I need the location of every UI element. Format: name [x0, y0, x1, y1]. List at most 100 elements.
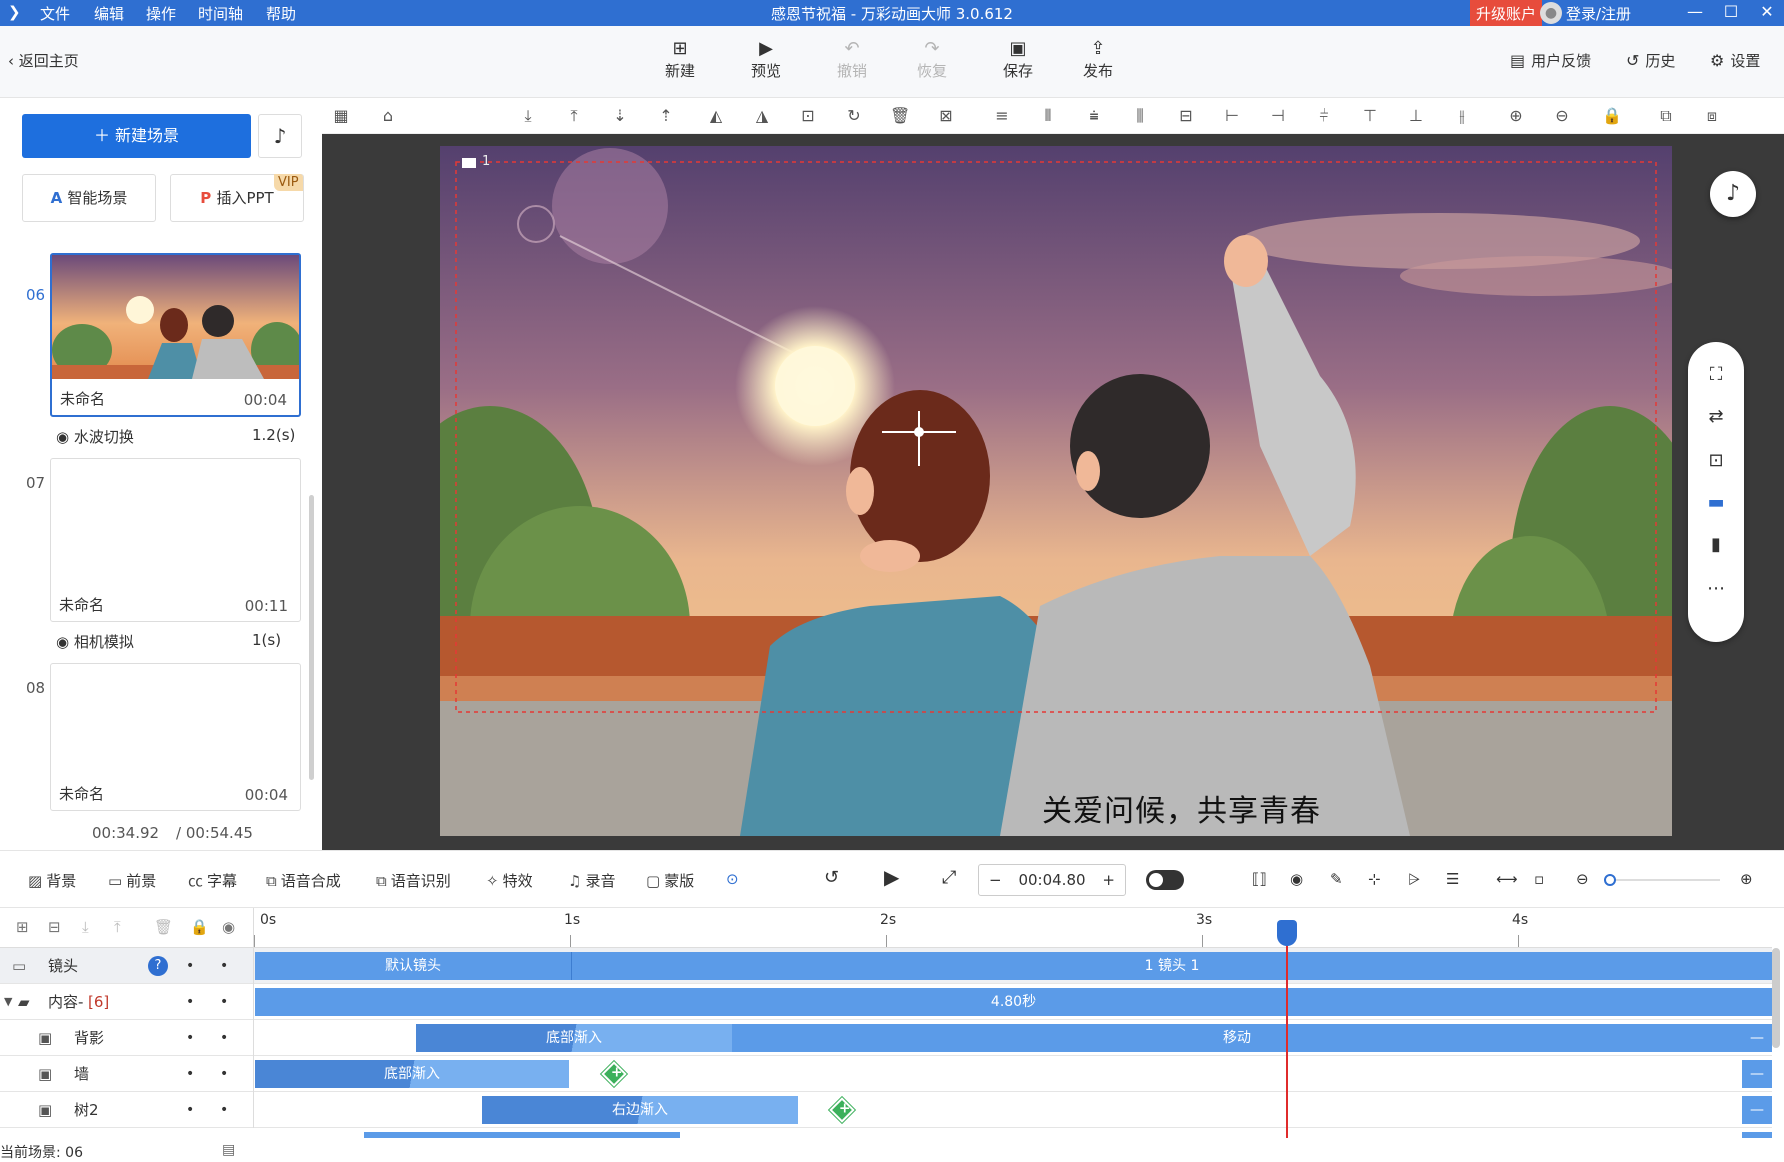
align-top-icon[interactable]: ⤒ — [564, 106, 584, 126]
camera-segment[interactable]: 1 镜头 1 — [571, 952, 1772, 980]
tree-track[interactable]: ▣ 树2 • • 右边渐入 — — [0, 1092, 1772, 1128]
music-note-icon[interactable]: ♪ — [1710, 171, 1756, 217]
visibility-dot[interactable]: • — [186, 1020, 194, 1056]
eye-icon[interactable]: ◉ — [222, 918, 235, 936]
unlock-icon[interactable]: ⊡ — [798, 106, 818, 125]
lock-icon[interactable]: 🔒 — [190, 918, 209, 936]
trash-icon[interactable]: 🗑 — [154, 918, 173, 936]
play-icon[interactable]: ▶ — [884, 865, 899, 889]
history-button[interactable]: ↺ 历史 — [1626, 50, 1675, 71]
asr-button[interactable]: ⧉ 语音识别 — [376, 870, 451, 891]
close-icon[interactable]: ✕ — [1752, 0, 1782, 26]
align-middle-icon[interactable]: ⫴ — [1038, 106, 1058, 126]
copy-icon[interactable]: ⧉ — [1656, 106, 1676, 126]
distribute-h-icon[interactable]: ⊟ — [1176, 106, 1196, 125]
up-icon[interactable]: ⤒ — [114, 918, 121, 936]
upgrade-button[interactable]: 升级账户 — [1470, 0, 1543, 26]
smart-scene-button[interactable]: A 智能场景 — [22, 174, 156, 222]
replay-icon[interactable]: ↺ — [824, 867, 839, 888]
feedback-button[interactable]: ▤ 用户反馈 — [1510, 50, 1591, 71]
camera-track[interactable]: ▭ 镜头 ? • • 默认镜头 1 镜头 1 — [0, 948, 1772, 984]
scene-canvas[interactable]: 1 关爱问候，共享青春 — [440, 146, 1672, 836]
back-home-link[interactable]: ‹ 返回主页 — [8, 50, 79, 71]
partial-segment[interactable] — [364, 1132, 680, 1138]
lock-dot[interactable]: • — [220, 1056, 228, 1092]
flip-icon[interactable]: ⇄ — [1706, 406, 1726, 427]
minus-icon[interactable]: − — [989, 865, 1002, 895]
fullscreen-icon[interactable]: ⤢ — [942, 867, 956, 888]
filter-icon[interactable]: ⩥ — [1408, 870, 1420, 888]
zoom-out-icon[interactable]: ⊖ — [1576, 870, 1589, 888]
settings-button[interactable]: ⚙ 设置 — [1710, 50, 1760, 71]
align-center-h-icon[interactable]: ≡ — [992, 106, 1012, 125]
center-icon[interactable]: ⫩ — [1314, 106, 1334, 126]
screen-icon[interactable]: ▬ — [1706, 492, 1726, 513]
visibility-dot[interactable]: • — [186, 1056, 194, 1092]
down-icon[interactable]: ⤓ — [82, 918, 89, 936]
content-segment[interactable]: 4.80秒 — [255, 988, 1772, 1016]
bottom-align-icon[interactable]: ⊥ — [1406, 106, 1426, 125]
playhead-line[interactable] — [1286, 922, 1288, 1138]
focus-icon[interactable]: ⛶ — [1706, 364, 1726, 385]
new-scene-button[interactable]: ＋ 新建场景 — [22, 114, 251, 158]
preview-button[interactable]: ▶ 预览 — [738, 38, 794, 81]
align-left-icon[interactable]: ⊢ — [1222, 106, 1242, 125]
brush-icon[interactable]: ▦ — [331, 106, 351, 125]
maximize-icon[interactable]: ☐ — [1716, 0, 1746, 26]
scene-card-06[interactable]: 未命名 00:04 — [50, 253, 301, 417]
undo-button[interactable]: ↶ 撤销 — [824, 38, 880, 81]
animation-segment[interactable]: 底部渐入 — [255, 1060, 569, 1088]
exit-segment[interactable]: — — [1742, 1060, 1772, 1088]
distribute-icon[interactable]: ⫼ — [1130, 106, 1150, 126]
unlock-icon[interactable]: ⊡ — [1706, 450, 1726, 471]
scene-card-08[interactable]: 未命名 00:04 — [50, 663, 301, 811]
flip-h-icon[interactable]: ◭ — [706, 106, 726, 125]
content-group-track[interactable]: ▼ ▰ 内容- [6] • • 4.80秒 — [0, 984, 1772, 1020]
save-button[interactable]: ▣ 保存 — [990, 38, 1046, 81]
move-up-icon[interactable]: ⇡ — [656, 106, 676, 125]
top-align-icon[interactable]: ⊤ — [1360, 106, 1380, 125]
lock-dot[interactable]: • — [220, 1020, 228, 1056]
scene-info-icon[interactable]: ▤ — [222, 1142, 235, 1158]
help-icon[interactable]: ? — [148, 956, 168, 976]
one-to-one-icon[interactable]: ▫ — [1534, 870, 1544, 888]
visibility-dot[interactable]: • — [186, 984, 194, 1020]
add-keyframe-icon[interactable] — [601, 1061, 627, 1087]
split-icon[interactable]: ⊹ — [1368, 870, 1381, 888]
zoom-slider-knob[interactable] — [1604, 874, 1616, 886]
home-icon[interactable]: ⌂ — [378, 106, 398, 125]
timeline-scrollbar[interactable] — [1772, 948, 1780, 1048]
partial-segment[interactable] — [1742, 1132, 1772, 1138]
publish-button[interactable]: ⇪ 发布 — [1070, 38, 1126, 81]
folder-add-icon[interactable]: ⊞ — [16, 918, 29, 936]
more-icon[interactable]: ⋯ — [1706, 578, 1726, 599]
lock-icon[interactable]: 🔒 — [1602, 106, 1622, 125]
animation-segment[interactable]: 底部渐入 — [416, 1024, 732, 1052]
plus-icon[interactable]: + — [1102, 865, 1115, 895]
camera-segment[interactable]: 默认镜头 — [255, 952, 571, 980]
exit-segment[interactable]: — — [1742, 1024, 1772, 1052]
crop-icon[interactable]: ⊠ — [936, 106, 956, 125]
folder-icon[interactable]: ⊟ — [48, 918, 61, 936]
lock-dot[interactable]: • — [220, 984, 228, 1020]
visibility-dot[interactable]: • — [186, 948, 194, 984]
wall-track[interactable]: ▣ 墙 • • 底部渐入 — — [0, 1056, 1772, 1092]
zoom-in-icon[interactable]: ⊕ — [1740, 870, 1753, 888]
stage-subtitle[interactable]: 关爱问候，共享青春 — [1042, 786, 1321, 830]
align-bottom-icon[interactable]: ⤓ — [518, 106, 538, 126]
rotate-icon[interactable]: ↻ — [844, 106, 864, 125]
foreground-button[interactable]: ▭ 前景 — [108, 870, 156, 891]
collapse-icon[interactable]: ▼ — [4, 984, 12, 1020]
paste-icon[interactable]: ⧈ — [1702, 106, 1722, 126]
add-keyframe-icon[interactable] — [829, 1097, 855, 1123]
time-value[interactable]: 00:04.80 — [1018, 871, 1085, 889]
lock-dot[interactable]: • — [220, 1092, 228, 1128]
time-stepper[interactable]: − 00:04.80 + — [978, 864, 1126, 896]
more-options-icon[interactable]: ⊙ — [726, 870, 739, 888]
animation-segment[interactable]: 右边渐入 — [482, 1096, 798, 1124]
caption-button[interactable]: ㏄字幕 — [188, 870, 237, 891]
zoom-slider[interactable] — [1604, 879, 1720, 881]
fit-width-icon[interactable]: ⟷ — [1496, 870, 1518, 888]
canvas-area[interactable]: 1 关爱问候，共享青春 — [322, 134, 1784, 850]
align-bottom-edge-icon[interactable]: ⩧ — [1084, 106, 1104, 126]
